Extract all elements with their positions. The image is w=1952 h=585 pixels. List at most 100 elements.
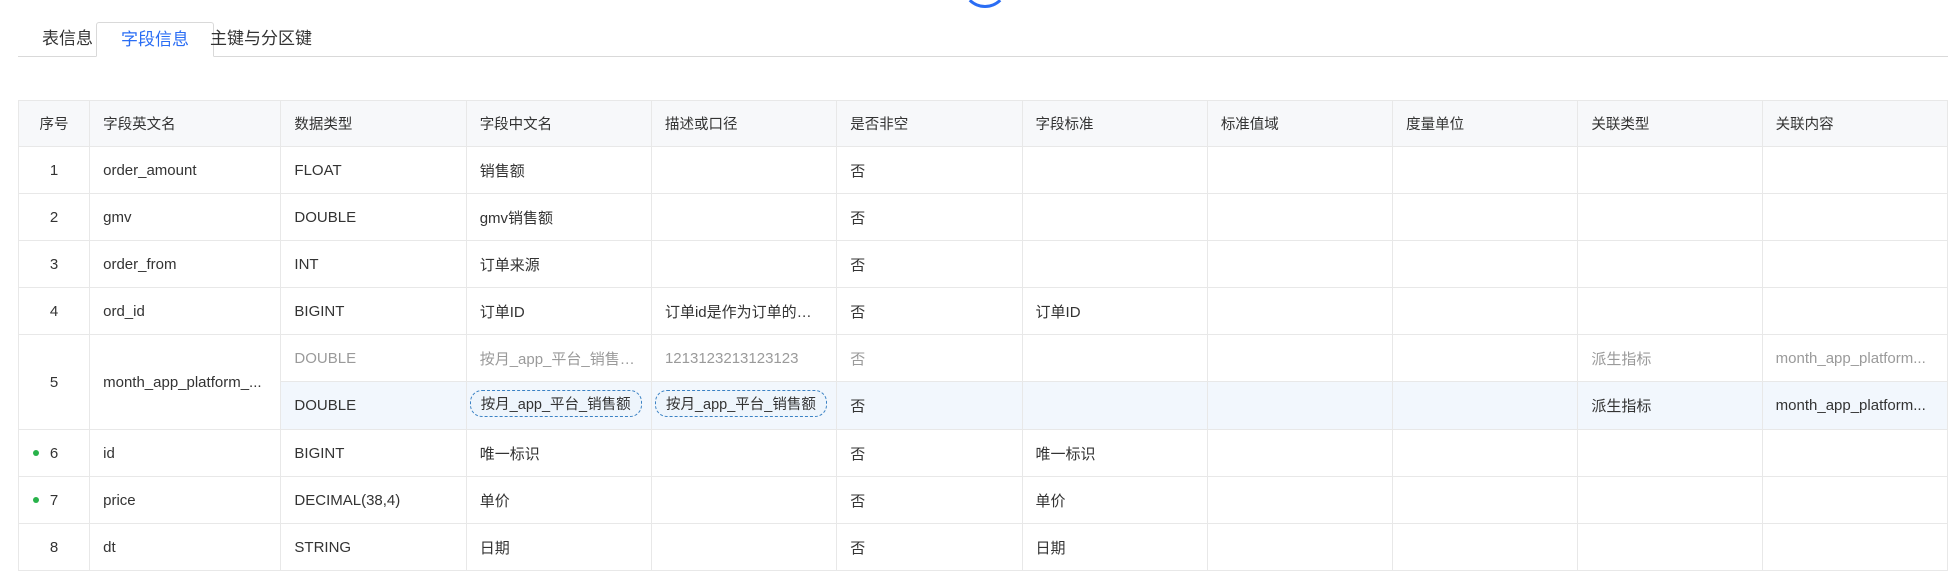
- field-unit: [1392, 476, 1579, 524]
- field-standard: 单价: [1021, 476, 1208, 524]
- field-reltype: [1577, 523, 1763, 571]
- field-reltype: 派生指标: [1577, 381, 1763, 430]
- tab-keys[interactable]: 主键与分区键: [186, 22, 336, 56]
- field-reltype: [1577, 193, 1763, 241]
- row-index: 7: [17, 476, 91, 524]
- field-unit: [1392, 523, 1579, 571]
- field-unit: [1392, 193, 1579, 241]
- field-en-name: ord_id: [89, 287, 282, 335]
- field-reltype: [1577, 240, 1763, 288]
- field-cn-name-cell[interactable]: 按月_app_平台_销售额: [465, 381, 652, 430]
- field-en-name: gmv: [89, 193, 282, 241]
- row-index: 8: [17, 523, 91, 571]
- field-cn-name: 唯一标识: [465, 429, 652, 477]
- field-en-name: id: [89, 429, 282, 477]
- field-type: DOUBLE: [280, 193, 467, 241]
- table-row[interactable]: 4 ord_id BIGINT 订单ID 订单id是作为订单的唯... 否 订单…: [17, 287, 1949, 335]
- field-unit: [1392, 429, 1579, 477]
- table-row[interactable]: 1 order_amount FLOAT 销售额 否: [17, 146, 1949, 194]
- field-desc-cell[interactable]: 按月_app_平台_销售额: [650, 381, 838, 430]
- row-index: 5: [17, 334, 91, 430]
- field-type: FLOAT: [280, 146, 467, 194]
- field-relcontent: [1761, 476, 1949, 524]
- field-type: BIGINT: [280, 287, 467, 335]
- field-type: BIGINT: [280, 429, 467, 477]
- header-cell: 度量单位: [1392, 100, 1579, 147]
- field-range: [1206, 287, 1394, 335]
- field-cn-name: gmv销售额: [465, 193, 652, 241]
- field-type: DECIMAL(38,4): [280, 476, 467, 524]
- header-cell: 字段中文名: [465, 100, 652, 147]
- field-en-name: month_app_platform_...: [89, 334, 282, 430]
- header-cell: 标准值域: [1206, 100, 1394, 147]
- field-desc: [650, 429, 838, 477]
- field-standard: [1021, 193, 1208, 241]
- field-type: DOUBLE: [280, 334, 467, 382]
- field-standard: 唯一标识: [1021, 429, 1208, 477]
- field-standard: 日期: [1021, 523, 1208, 571]
- field-standard: [1021, 334, 1208, 382]
- field-reltype: [1577, 146, 1763, 194]
- field-table: 序号 字段英文名 数据类型 字段中文名 描述或口径 是否非空 字段标准 标准值域…: [17, 100, 1949, 571]
- table-row-previous-version[interactable]: 5 month_app_platform_... DOUBLE 按月_app_平…: [17, 334, 1949, 430]
- field-cn-name: 销售额: [465, 146, 652, 194]
- field-notnull: 否: [836, 381, 1023, 430]
- field-cn-name-edit[interactable]: 按月_app_平台_销售额: [469, 390, 642, 417]
- field-desc: [650, 476, 838, 524]
- field-standard: [1021, 240, 1208, 288]
- row-index: 6: [17, 429, 91, 477]
- field-notnull: 否: [836, 240, 1023, 288]
- field-en-name: price: [89, 476, 282, 524]
- field-desc-edit[interactable]: 按月_app_平台_销售额: [654, 390, 827, 417]
- field-en-name: order_from: [89, 240, 282, 288]
- table-row[interactable]: 8 dt STRING 日期 否 日期: [17, 523, 1949, 571]
- field-notnull: 否: [836, 287, 1023, 335]
- field-desc: [650, 193, 838, 241]
- field-relcontent: [1761, 287, 1949, 335]
- row-index-label: 6: [49, 444, 59, 462]
- header-cell: 字段标准: [1021, 100, 1208, 147]
- field-range: [1206, 240, 1394, 288]
- row-index: 3: [17, 240, 91, 288]
- field-unit: [1392, 146, 1579, 194]
- header-cell: 是否非空: [836, 100, 1023, 147]
- table-row-edited[interactable]: DOUBLE 按月_app_平台_销售额 按月_app_平台_销售额 否 派生指…: [19, 381, 1949, 430]
- field-standard: 订单ID: [1021, 287, 1208, 335]
- field-cn-name: 订单ID: [465, 287, 652, 335]
- new-field-dot-icon: [33, 450, 39, 456]
- field-en-name: dt: [89, 523, 282, 571]
- field-en-name: order_amount: [89, 146, 282, 194]
- field-desc: 1213123213123123: [650, 334, 838, 382]
- field-notnull: 否: [836, 476, 1023, 524]
- row-index-label: 7: [49, 491, 59, 509]
- field-standard: [1021, 381, 1208, 430]
- field-range: [1206, 146, 1394, 194]
- field-type: INT: [280, 240, 467, 288]
- tab-bar: 表信息 字段信息 主键与分区键: [18, 22, 1948, 57]
- field-relcontent: [1761, 146, 1949, 194]
- row-index: 2: [17, 193, 91, 241]
- header-cell: 关联内容: [1761, 100, 1949, 147]
- table-row[interactable]: 2 gmv DOUBLE gmv销售额 否: [17, 193, 1949, 241]
- field-notnull: 否: [836, 193, 1023, 241]
- table-row[interactable]: 6 id BIGINT 唯一标识 否 唯一标识: [17, 429, 1949, 477]
- table-row[interactable]: 7 price DECIMAL(38,4) 单价 否 单价: [17, 476, 1949, 524]
- field-type: STRING: [280, 523, 467, 571]
- row-index: 1: [17, 146, 91, 194]
- new-field-dot-icon: [33, 497, 39, 503]
- field-cn-name: 按月_app_平台_销售额...: [465, 334, 652, 382]
- row-index: 4: [17, 287, 91, 335]
- table-row[interactable]: 3 order_from INT 订单来源 否: [17, 240, 1949, 288]
- header-cell: 序号: [17, 100, 91, 147]
- field-reltype: 派生指标: [1577, 334, 1763, 382]
- field-notnull: 否: [836, 523, 1023, 571]
- field-desc: [650, 523, 838, 571]
- field-notnull: 否: [836, 429, 1023, 477]
- field-range: [1206, 334, 1394, 382]
- field-range: [1206, 476, 1394, 524]
- field-notnull: 否: [836, 146, 1023, 194]
- field-range: [1206, 193, 1394, 241]
- field-relcontent: [1761, 193, 1949, 241]
- field-relcontent: [1761, 240, 1949, 288]
- header-cell: 数据类型: [280, 100, 467, 147]
